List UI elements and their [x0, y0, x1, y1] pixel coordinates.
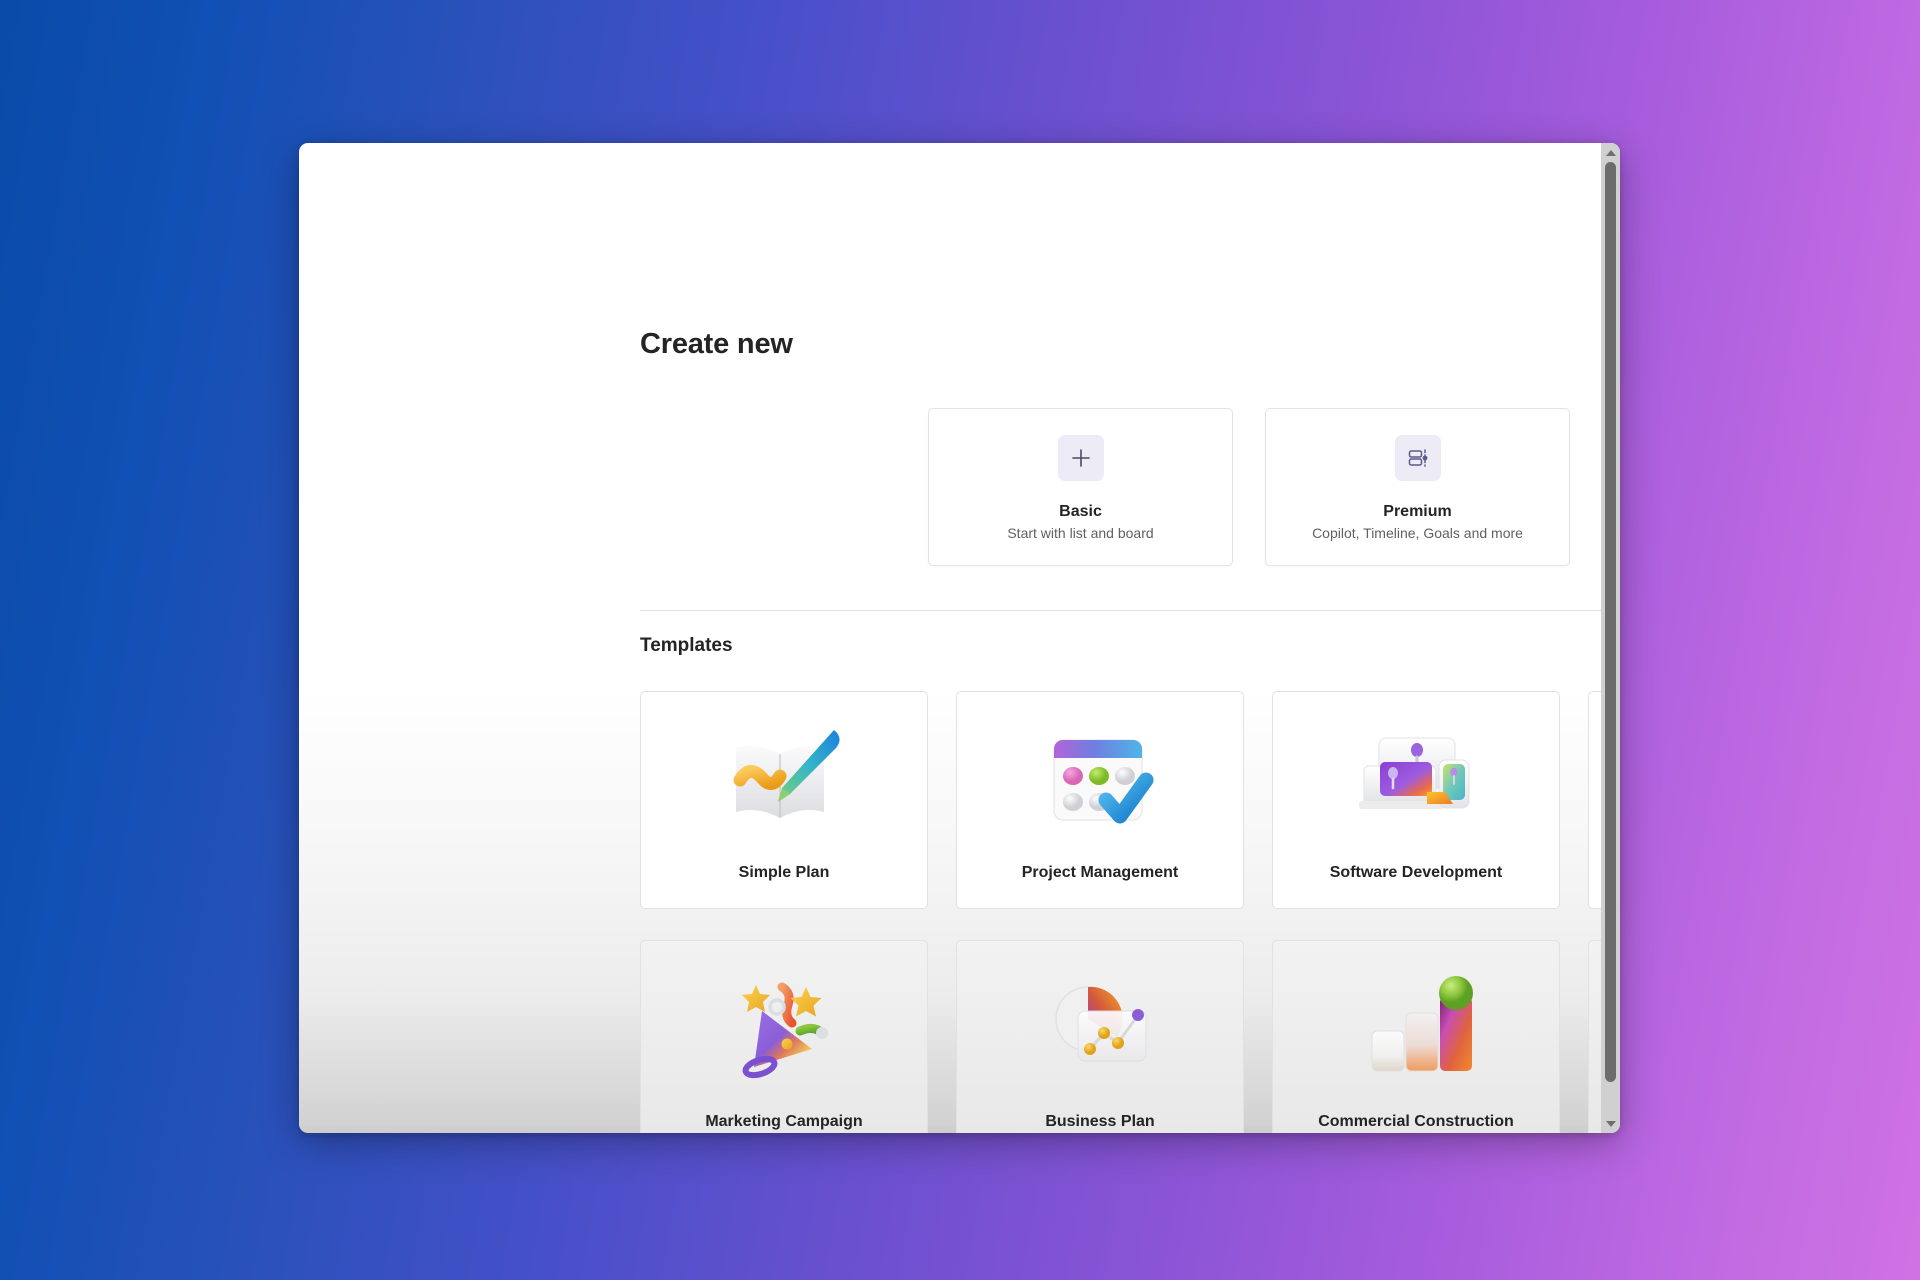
pie-line-chart-glyph	[1055, 986, 1147, 1062]
plus-glyph	[1071, 449, 1090, 467]
scrollbar-thumb[interactable]	[1605, 162, 1616, 1082]
bar-chart-sphere-art	[1273, 941, 1559, 1113]
create-type-description: Copilot, Timeline, Goals and more	[1312, 525, 1523, 541]
page-title: Create new	[640, 328, 793, 360]
template-card-business-plan[interactable]: Business Plan	[956, 940, 1244, 1133]
scroll-down-icon[interactable]	[1601, 1114, 1620, 1133]
bar-chart-sphere-glyph	[1371, 976, 1473, 1072]
template-slot: Business Plan	[956, 940, 1244, 1133]
template-name: Marketing Campaign	[705, 1113, 863, 1130]
template-name: Simple Plan	[738, 864, 830, 881]
templates-heading: Templates	[640, 635, 733, 656]
template-name: Software Development	[1329, 864, 1503, 881]
scroll-up-icon[interactable]	[1601, 143, 1620, 162]
create-type-basic[interactable]: Basic Start with list and board	[928, 408, 1233, 566]
section-divider	[640, 610, 1620, 611]
create-type-name: Premium	[1383, 503, 1452, 520]
calendar-check-art	[957, 692, 1243, 864]
template-name: Business Plan	[1045, 1113, 1155, 1130]
party-popper-glyph	[742, 982, 828, 1079]
plus-icon	[1057, 435, 1104, 481]
book-pencil-art	[641, 692, 927, 864]
create-type-premium[interactable]: Premium Copilot, Timeline, Goals and mor…	[1265, 408, 1570, 566]
template-card-marketing-campaign[interactable]: Marketing Campaign	[640, 940, 928, 1133]
template-card-project-management[interactable]: Project Management	[956, 691, 1244, 909]
timeline-grid-glyph	[1408, 449, 1427, 467]
template-card-software-development[interactable]: Software Development	[1272, 691, 1560, 909]
template-name: Commercial Construction	[1318, 1113, 1514, 1130]
template-slot: Marketing Campaign	[640, 940, 928, 1133]
devices-art	[1273, 692, 1559, 864]
pie-line-chart-art	[957, 941, 1243, 1113]
template-slot: Commercial Construction	[1272, 940, 1560, 1133]
calendar-check-glyph	[1053, 739, 1154, 824]
vertical-scrollbar[interactable]	[1601, 143, 1620, 1133]
party-popper-art	[641, 941, 927, 1113]
timeline-grid-icon	[1394, 435, 1441, 481]
template-name: Project Management	[1021, 864, 1179, 881]
dialog-content: Create new Basic Start with list and boa…	[299, 143, 1620, 1133]
create-new-dialog: Create new Basic Start with list and boa…	[299, 143, 1620, 1133]
book-pencil-glyph	[733, 730, 840, 818]
template-card-commercial-construction[interactable]: Commercial Construction	[1272, 940, 1560, 1133]
templates-grid: Simple Plan Project Management Software …	[640, 691, 1620, 1133]
create-type-description: Start with list and board	[1007, 525, 1154, 541]
devices-glyph	[1359, 737, 1470, 809]
template-card-simple-plan[interactable]: Simple Plan	[640, 691, 928, 909]
create-type-name: Basic	[1059, 503, 1102, 520]
create-type-row: Basic Start with list and board Premium …	[928, 408, 1570, 566]
scrollbar-track[interactable]	[1601, 162, 1620, 1114]
